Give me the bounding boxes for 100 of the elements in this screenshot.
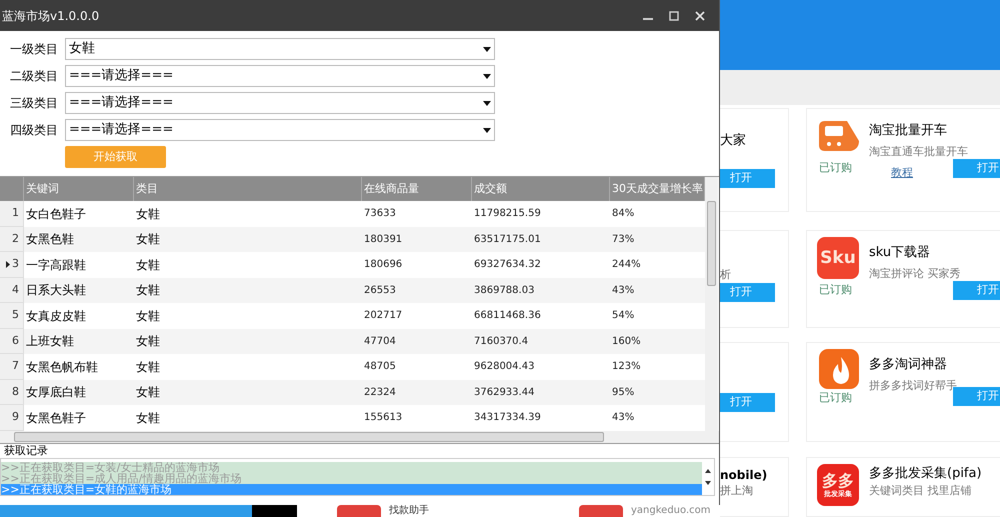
app-title: 多多批发采集(pifa) (869, 465, 982, 483)
category-dropdown[interactable]: 女鞋 (65, 38, 495, 60)
tutorial-link[interactable]: 教程 (891, 165, 913, 182)
app-logo: Sku (817, 237, 859, 279)
table-cell-text: 202717 (363, 309, 404, 324)
table-cell-text: 22324 (363, 386, 397, 400)
table-cell-text: 女黑色帆布鞋 (25, 358, 99, 376)
table-cell-text: 女白色鞋子 (25, 206, 87, 223)
table-cell-text: 43% (611, 284, 636, 298)
app-description: 拼上淘 (720, 483, 753, 499)
table-cell-text: 上班女鞋 (25, 333, 75, 350)
table-cell-text: 女鞋 (135, 231, 161, 248)
table-cell-text: 9628004.43 (473, 360, 536, 374)
table-cell-text: 一字高跟鞋 (25, 256, 87, 274)
app-description: 析 (720, 267, 731, 283)
open-button[interactable]: 打开 (720, 393, 775, 412)
table-cell-text: 女鞋 (135, 308, 161, 325)
table-cell-text: 女鞋 (135, 282, 161, 300)
train-icon (817, 119, 861, 153)
table-cell-text: 女黑色鞋 (25, 231, 75, 248)
flame-icon (819, 349, 859, 389)
table-cell-text: 女鞋 (135, 410, 161, 427)
category-dropdown[interactable]: ===请选择=== (65, 65, 495, 87)
vertical-scrollbar[interactable] (705, 177, 718, 430)
app-title: sku下载器 (869, 244, 930, 262)
filter-label: 一级类目 (10, 41, 59, 58)
table-cell-text: 63517175.01 (473, 232, 542, 247)
table-cell-text: 66811468.36 (473, 309, 542, 324)
site-address: yangkeduo.com (631, 505, 710, 517)
maximize-icon[interactable] (669, 10, 679, 20)
window-title: 蓝海市场v1.0.0.0 (2, 8, 100, 24)
open-button[interactable]: 打开 (953, 281, 1000, 300)
filter-label: 四级类目 (10, 122, 59, 139)
app-title: 淘宝批量开车 (869, 122, 947, 140)
dropdown-caret-icon (483, 74, 491, 78)
log-label: 获取记录 (3, 444, 49, 458)
table-cell-text: 女鞋 (135, 333, 161, 350)
row-header[interactable]: 5 (0, 303, 24, 328)
app-title: 大家 (720, 132, 746, 150)
table-cell-text: 155613 (363, 411, 404, 426)
app-description: 关键词类目 找里店铺 (869, 483, 972, 499)
table-cell-text: 244% (611, 258, 642, 272)
table-cell-text: 日系大头鞋 (25, 282, 87, 300)
close-icon[interactable] (695, 10, 705, 20)
current-row-icon (6, 260, 10, 268)
table-cell-text: 84% (611, 207, 636, 222)
start-button[interactable]: 开始获取 (65, 146, 166, 168)
table-cell-text: 34317334.39 (473, 411, 542, 426)
table-cell-text: 73% (611, 232, 636, 247)
table-cell-text: 123% (611, 360, 642, 374)
table-cell-text: 女鞋 (135, 358, 161, 376)
table-cell-text: 95% (611, 386, 636, 400)
app-title: 多多淘词神器 (869, 356, 947, 374)
row-header[interactable]: 3 (0, 252, 24, 278)
table-cell-text: 47704 (363, 334, 397, 349)
horizontal-scrollbar[interactable] (0, 430, 719, 443)
category-dropdown[interactable]: ===请选择=== (65, 119, 495, 141)
row-header[interactable]: 9 (0, 405, 24, 430)
open-button[interactable]: 打开 (953, 387, 1000, 406)
app-icon (579, 505, 623, 517)
filter-label: 三级类目 (10, 95, 59, 112)
table-cell-text: 54% (611, 309, 636, 324)
row-header[interactable]: 1 (0, 201, 24, 226)
dropdown-caret-icon (483, 46, 491, 52)
table-cell-text: 160% (611, 334, 642, 349)
table-cell-text: 11798215.59 (473, 207, 542, 222)
subscribed-status: 已订购 (819, 391, 852, 404)
table-cell-text: 26553 (363, 284, 397, 298)
table-cell-text: 女鞋 (135, 206, 161, 223)
dropdown-caret-icon (483, 100, 491, 106)
app-description: 淘宝拼评论 买家秀 (869, 266, 960, 282)
row-header[interactable]: 6 (0, 328, 24, 354)
subscribed-status: 已订购 (819, 283, 852, 296)
filter-label: 二级类目 (10, 68, 59, 85)
dropdown-caret-icon (483, 128, 491, 132)
table-cell-text: 女真皮皮鞋 (25, 308, 87, 325)
table-cell-text: 48705 (363, 360, 397, 374)
table-cell-text: 女厚底白鞋 (25, 384, 87, 402)
row-header[interactable]: 4 (0, 278, 24, 303)
app-name: 找款助手 (389, 505, 429, 517)
row-header[interactable]: 2 (0, 226, 24, 252)
table-cell-text: 180391 (363, 232, 404, 247)
open-button[interactable]: 打开 (720, 169, 775, 188)
table-cell-text: 43% (611, 411, 636, 426)
row-header[interactable]: 7 (0, 354, 24, 380)
table-cell-text: 女鞋 (135, 384, 161, 402)
open-button[interactable]: 打开 (720, 283, 775, 302)
table-cell-text: 180696 (363, 258, 404, 272)
category-dropdown[interactable]: ===请选择=== (65, 92, 495, 114)
open-button[interactable]: 打开 (953, 159, 1000, 178)
app-icon (337, 505, 381, 517)
table-cell-text: 3869788.03 (473, 284, 536, 298)
app-description: 淘宝直通车批量开车 (869, 144, 968, 160)
table-cell-text: 3762933.44 (473, 386, 536, 400)
table-cell-text: 女黑色鞋子 (25, 410, 87, 427)
row-header[interactable]: 8 (0, 380, 24, 405)
table-cell-text: 73633 (363, 207, 397, 222)
app-title: nobile) (720, 467, 768, 484)
table-cell-text: 7160370.4 (473, 334, 530, 349)
table-cell-text: 女鞋 (135, 256, 161, 274)
